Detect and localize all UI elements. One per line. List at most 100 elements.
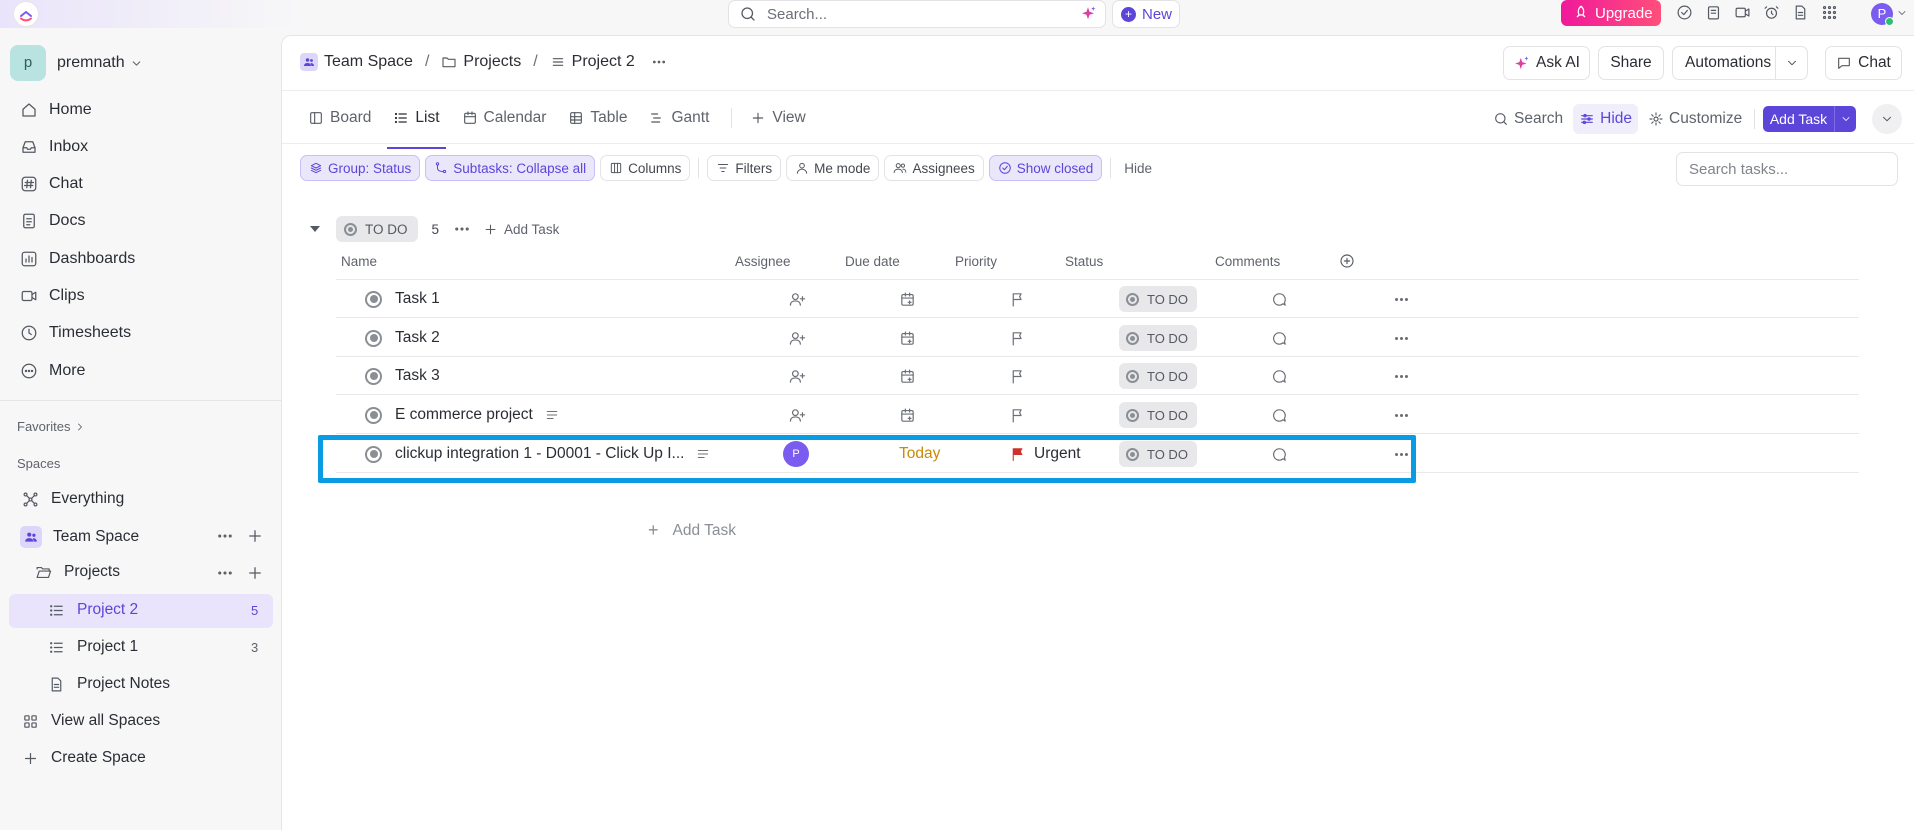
add-task-dropdown[interactable]	[1834, 106, 1856, 132]
me-mode-chip[interactable]: Me mode	[786, 155, 880, 181]
table-row[interactable]: Task 3 TO DO	[336, 357, 1859, 395]
share-button[interactable]: Share	[1598, 46, 1664, 80]
automations-dropdown[interactable]	[1775, 47, 1807, 79]
chevron-down-icon[interactable]	[1896, 7, 1908, 19]
sidebar-item-more[interactable]: More	[20, 362, 85, 380]
subtasks-chip[interactable]: Subtasks: Collapse all	[425, 155, 596, 181]
row-more-button[interactable]	[1393, 280, 1410, 318]
more-dots-icon[interactable]	[216, 527, 234, 545]
sidebar-item-dashboards[interactable]: Dashboards	[20, 250, 135, 268]
task-name[interactable]: E commerce project	[395, 396, 559, 434]
automations-button[interactable]: Automations	[1672, 46, 1808, 80]
show-closed-chip[interactable]: Show closed	[988, 155, 1103, 181]
columns-chip[interactable]: Columns	[600, 155, 691, 181]
breadcrumb-team-space[interactable]: Team Space	[300, 53, 413, 71]
collapse-toolbar-button[interactable]	[1872, 104, 1902, 134]
check-circle-icon[interactable]	[1676, 4, 1693, 21]
add-column-icon[interactable]	[1339, 253, 1355, 269]
customize-tool[interactable]: Customize	[1642, 104, 1748, 134]
add-task-row[interactable]: + Add Task	[648, 520, 736, 541]
ai-sparkle-icon[interactable]	[1079, 5, 1097, 23]
task-status-circle-icon[interactable]	[365, 396, 382, 434]
chat-button[interactable]: Chat	[1825, 46, 1902, 80]
group-status-chip[interactable]: Group: Status	[300, 155, 421, 181]
sidebar-item-everything[interactable]: Everything	[22, 490, 124, 508]
assignee-cell[interactable]	[789, 319, 806, 357]
priority-cell[interactable]	[1009, 396, 1026, 434]
video-icon[interactable]	[1734, 4, 1751, 21]
tab-gantt[interactable]: Gantt	[649, 106, 709, 130]
row-more-button[interactable]	[1393, 319, 1410, 357]
task-status-circle-icon[interactable]	[365, 280, 382, 318]
tab-board[interactable]: Board	[308, 106, 371, 130]
table-row[interactable]: E commerce project TO DO	[336, 396, 1859, 434]
clickup-logo[interactable]	[14, 2, 38, 26]
sidebar-item-inbox[interactable]: Inbox	[20, 138, 88, 156]
filters-chip[interactable]: Filters	[707, 155, 782, 181]
priority-cell[interactable]	[1009, 357, 1026, 395]
comments-cell[interactable]	[1271, 396, 1288, 434]
user-avatar[interactable]: P	[1871, 3, 1894, 26]
task-status-circle-icon[interactable]	[365, 357, 382, 395]
search-tasks-input[interactable]: Search tasks...	[1676, 152, 1898, 186]
group-add-task-button[interactable]: Add Task	[483, 222, 559, 237]
sidebar-item-team-space[interactable]: Team Space	[20, 526, 139, 548]
task-name[interactable]: Task 3	[395, 357, 440, 395]
assignees-chip[interactable]: Assignees	[884, 155, 984, 181]
table-row[interactable]: Task 2 TO DO	[336, 319, 1859, 357]
more-dots-icon[interactable]	[453, 220, 471, 238]
hide-tool[interactable]: Hide	[1573, 104, 1639, 134]
due-date-cell[interactable]	[899, 357, 916, 395]
plus-icon[interactable]	[246, 527, 264, 545]
sidebar-item-clips[interactable]: Clips	[20, 287, 85, 305]
notepad-icon[interactable]	[1705, 4, 1722, 21]
sidebar-item-projects[interactable]: Projects	[35, 563, 120, 581]
global-search-input[interactable]: Search...	[728, 0, 1106, 28]
status-cell[interactable]: TO DO	[1119, 319, 1197, 357]
apps-grid-icon[interactable]	[1821, 4, 1838, 21]
task-name[interactable]: Task 2	[395, 319, 440, 357]
sidebar-item-home[interactable]: Home	[20, 101, 92, 119]
ask-ai-button[interactable]: Ask AI	[1503, 46, 1590, 80]
due-date-cell[interactable]	[899, 396, 916, 434]
new-button[interactable]: + New	[1112, 0, 1180, 28]
sidebar-item-view-all-spaces[interactable]: View all Spaces	[22, 712, 160, 730]
workspace-switcher[interactable]: p premnath	[10, 45, 143, 81]
sidebar-item-chat[interactable]: Chat	[20, 175, 83, 193]
upgrade-button[interactable]: Upgrade	[1561, 0, 1661, 26]
priority-cell[interactable]	[1009, 319, 1026, 357]
table-row[interactable]: Task 1 TO DO	[336, 280, 1859, 318]
document-icon[interactable]	[1792, 4, 1809, 21]
column-status[interactable]: Status	[1065, 254, 1103, 269]
task-name[interactable]: Task 1	[395, 280, 440, 318]
status-cell[interactable]: TO DO	[1119, 357, 1197, 395]
favorites-section[interactable]: Favorites	[17, 419, 86, 434]
status-cell[interactable]: TO DO	[1119, 280, 1197, 318]
breadcrumb-projects[interactable]: Projects	[441, 53, 521, 71]
tab-calendar[interactable]: Calendar	[462, 106, 546, 130]
sidebar-item-timesheets[interactable]: Timesheets	[20, 324, 131, 342]
comments-cell[interactable]	[1271, 280, 1288, 318]
comments-cell[interactable]	[1271, 357, 1288, 395]
tab-list[interactable]: List	[387, 106, 446, 149]
collapse-caret-icon[interactable]	[310, 226, 320, 232]
hide-filters-link[interactable]: Hide	[1124, 161, 1152, 176]
alarm-clock-icon[interactable]	[1763, 4, 1780, 21]
due-date-cell[interactable]	[899, 280, 916, 318]
column-due-date[interactable]: Due date	[845, 254, 900, 269]
tab-table[interactable]: Table	[568, 106, 627, 130]
sidebar-item-project-1[interactable]: Project 1	[48, 638, 138, 656]
priority-cell[interactable]	[1009, 280, 1026, 318]
sidebar-item-project-notes[interactable]: Project Notes	[48, 675, 170, 693]
comments-cell[interactable]	[1271, 319, 1288, 357]
status-cell[interactable]: TO DO	[1119, 396, 1197, 434]
plus-icon[interactable]	[246, 564, 264, 582]
group-status-pill[interactable]: TO DO	[336, 216, 418, 242]
assignee-cell[interactable]	[789, 396, 806, 434]
assignee-cell[interactable]	[789, 357, 806, 395]
task-status-circle-icon[interactable]	[365, 319, 382, 357]
add-view-button[interactable]: View	[750, 106, 806, 130]
breadcrumb-project-2[interactable]: Project 2	[550, 53, 635, 71]
search-tool[interactable]: Search	[1487, 104, 1569, 134]
assignee-cell[interactable]	[789, 280, 806, 318]
